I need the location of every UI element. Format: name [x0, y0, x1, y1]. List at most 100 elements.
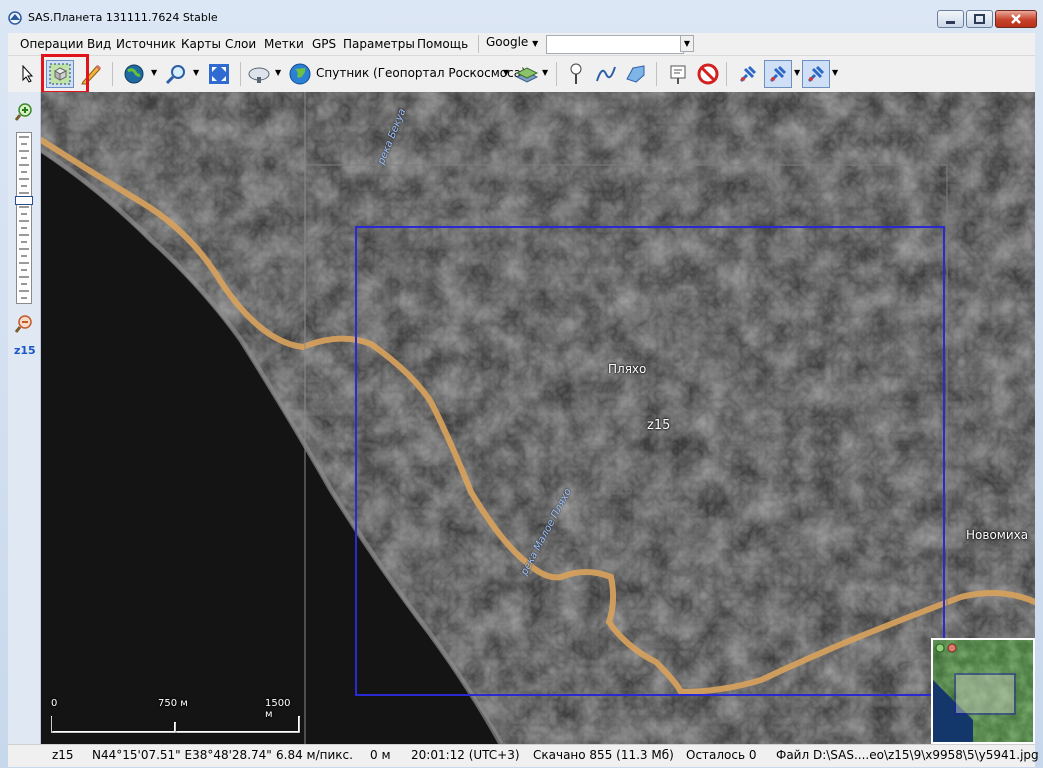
menu-layers[interactable]: Слои [225, 37, 256, 51]
menu-separator [478, 35, 479, 53]
mini-map-zoom-in-button[interactable] [935, 642, 945, 656]
settlement-label: Пляхо [608, 362, 647, 376]
toolbar-separator [240, 62, 241, 86]
zoom-mark-label: z16 [611, 483, 633, 497]
menu-source[interactable]: Источник [116, 37, 176, 51]
zoom-slider-track[interactable] [16, 132, 32, 304]
main-toolbar: ▼ ▼ ▼ Спутник (Геопортал Роскосмоса) ▼ ▼ [8, 56, 1035, 93]
minus-icon [947, 643, 957, 653]
app-window: SAS.Планета 131111.7624 Stable Операции … [0, 0, 1043, 768]
chevron-down-icon: ▼ [683, 39, 691, 48]
chevron-down-icon[interactable]: ▼ [794, 68, 800, 77]
menu-bar: Операции Вид Источник Карты Слои Метки G… [8, 33, 1035, 56]
pin-icon [570, 63, 582, 84]
polygon-icon [626, 65, 645, 83]
gps-track-button[interactable] [764, 60, 792, 88]
map-viewport[interactable]: Пляхо Новомиха z15 z16 река Бекуа река М… [41, 92, 1035, 744]
pointer-tool-button[interactable] [16, 60, 40, 88]
zoom-out-button[interactable] [14, 314, 34, 337]
zoom-mark-label: z15 [647, 418, 671, 433]
hide-marks-button[interactable] [694, 60, 722, 88]
status-coordinates: N44°15'07.51" E38°48'28.74" [92, 748, 272, 762]
minimize-button[interactable] [937, 10, 964, 28]
chevron-down-icon: ▼ [532, 39, 539, 48]
fullscreen-button[interactable] [205, 60, 233, 88]
status-remaining: Осталось 0 [686, 748, 757, 762]
close-button[interactable] [995, 10, 1037, 28]
zoom-ticks [19, 136, 29, 299]
zoom-panel: z15 [8, 92, 41, 744]
search-source-label: Google [486, 35, 529, 49]
layers-icon [515, 67, 539, 83]
marks-icon [670, 65, 686, 84]
menu-view[interactable]: Вид [87, 37, 111, 51]
add-polygon-button[interactable] [622, 60, 650, 88]
menu-maps[interactable]: Карты [181, 37, 221, 51]
search-source-dropdown[interactable]: Google ▼ [486, 35, 544, 53]
close-icon [1011, 14, 1021, 24]
chevron-down-icon[interactable]: ▼ [193, 68, 199, 77]
current-map-label[interactable]: Спутник (Геопортал Роскосмоса) [316, 66, 526, 80]
zoom-slider-thumb[interactable] [15, 196, 33, 205]
marks-visibility-button[interactable] [664, 60, 692, 88]
mini-map[interactable] [931, 638, 1035, 744]
settlement-label: Новомиха [966, 528, 1029, 542]
globe-icon [124, 64, 144, 84]
mini-map-viewport-frame [954, 673, 1016, 715]
add-path-button[interactable] [592, 60, 620, 88]
gps-connect-button[interactable] [734, 60, 762, 88]
satellite-dish-icon [248, 67, 270, 83]
mini-map-zoom-out-button[interactable] [947, 642, 957, 656]
chevron-down-icon[interactable]: ▼ [151, 68, 157, 77]
map-type-button[interactable] [120, 60, 148, 88]
path-icon [596, 66, 616, 82]
chevron-down-icon[interactable]: ▼ [503, 68, 509, 77]
zoom-in-button[interactable] [14, 102, 34, 125]
satellite-imagery [41, 92, 1035, 744]
menu-marks[interactable]: Метки [264, 37, 304, 51]
zoom-in-icon [14, 103, 32, 121]
gps-center-button[interactable] [802, 60, 830, 88]
menu-help[interactable]: Помощь [417, 37, 468, 51]
toolbar-separator [726, 62, 727, 86]
download-source-button[interactable] [246, 60, 274, 88]
sas-planet-app-icon [8, 11, 22, 25]
highlight-box [41, 54, 89, 94]
title-bar: SAS.Планета 131111.7624 Stable [0, 0, 1043, 32]
toolbar-separator [656, 62, 657, 86]
chevron-down-icon[interactable]: ▼ [542, 68, 548, 77]
magnifier-icon [165, 65, 185, 85]
menu-parameters[interactable]: Параметры [343, 37, 415, 51]
chevron-down-icon[interactable]: ▼ [275, 68, 281, 77]
zoom-tool-button[interactable] [162, 60, 190, 88]
layer-button[interactable] [286, 60, 314, 88]
search-input[interactable] [546, 35, 684, 54]
no-entry-icon [697, 63, 719, 85]
gps-satellite-icon [769, 65, 787, 83]
search-dropdown-button[interactable]: ▼ [680, 35, 694, 52]
status-distance: 0 м [370, 748, 391, 762]
scale-ruler [51, 716, 301, 734]
earth-icon [289, 63, 311, 85]
minimize-icon [946, 21, 955, 24]
status-downloaded: Скачано 855 (11.3 Мб) [533, 748, 674, 762]
layers-button[interactable] [513, 60, 541, 88]
window-title: SAS.Планета 131111.7624 Stable [28, 11, 218, 24]
menu-operations[interactable]: Операции [20, 37, 83, 51]
maximize-button[interactable] [966, 10, 993, 28]
zoom-level-label: z15 [14, 344, 36, 357]
status-file: Файл D:\SAS....eo\z15\9\x9958\5\y5941.jp… [776, 748, 1039, 762]
toolbar-separator [556, 62, 557, 86]
chevron-down-icon[interactable]: ▼ [832, 68, 838, 77]
add-placemark-button[interactable] [562, 60, 590, 88]
scale-bar: 0 750 м 1500 м [51, 696, 301, 738]
fullscreen-icon [209, 64, 229, 84]
status-bar: z15 N44°15'07.51" E38°48'28.74" 6.84 м/п… [8, 744, 1039, 767]
maximize-icon [974, 14, 985, 24]
gps-satellite-icon [739, 65, 757, 83]
status-time: 20:01:12 (UTC+3) [411, 748, 520, 762]
menu-gps[interactable]: GPS [312, 37, 336, 51]
toolbar-separator [112, 62, 113, 86]
status-resolution: 6.84 м/пикс. [276, 748, 353, 762]
plus-icon [935, 643, 945, 653]
